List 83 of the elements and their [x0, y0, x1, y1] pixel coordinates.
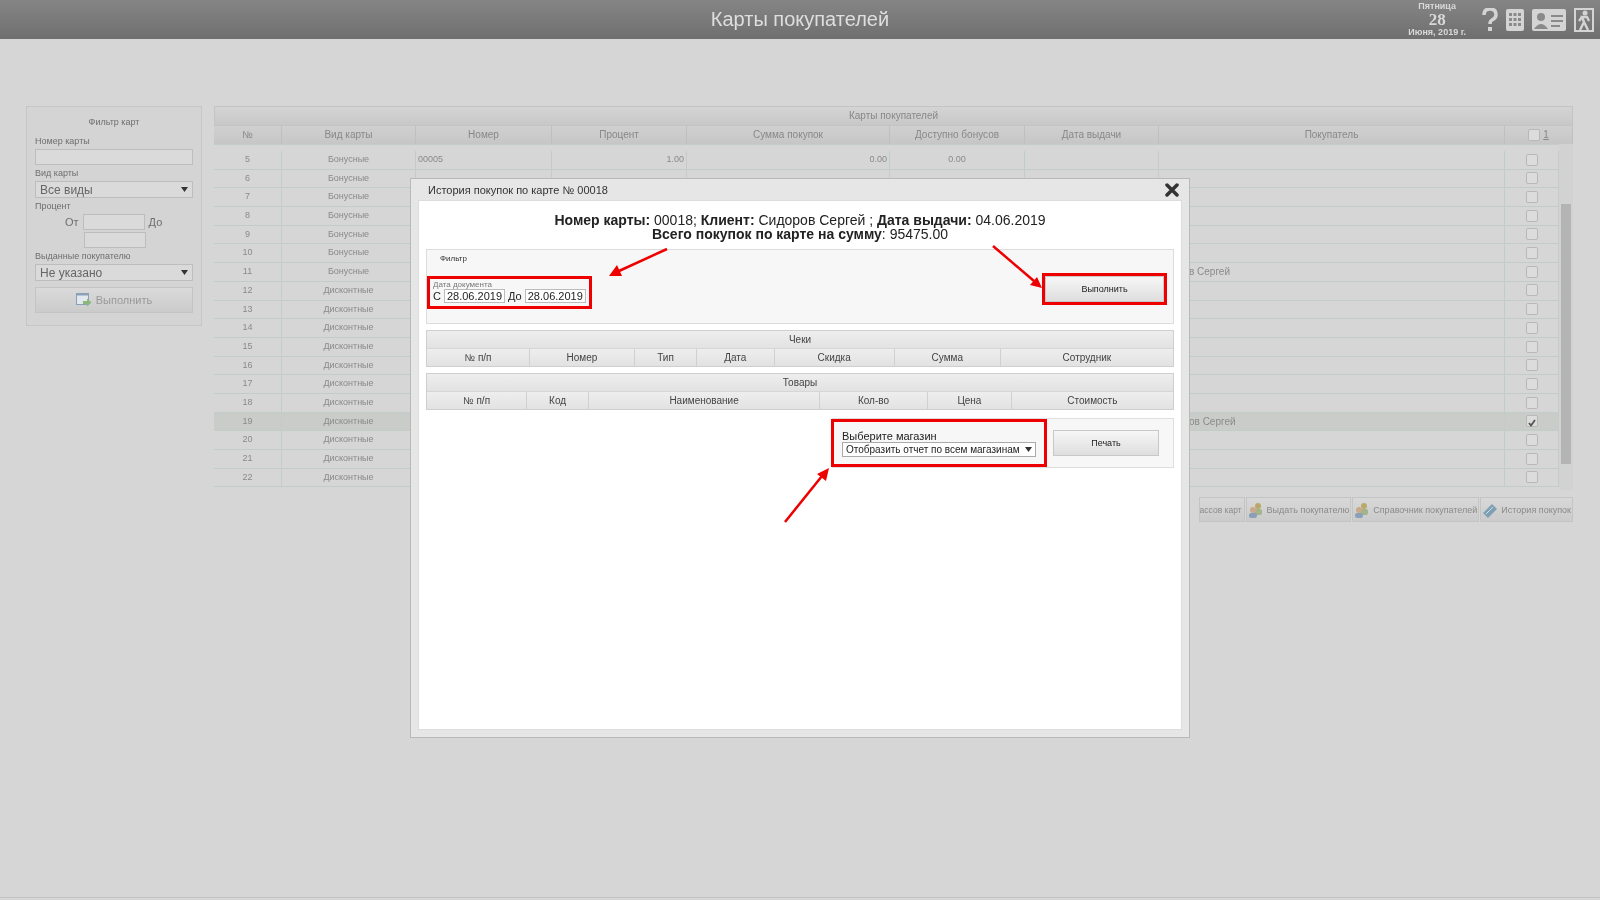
field-label: Вид карты [35, 168, 80, 178]
table-cell-text: 1.00 [666, 153, 684, 166]
table-title: Чеки [788, 334, 812, 345]
table-cell-text: Дисконтные [323, 395, 374, 409]
table-cell-text: 8 [245, 209, 250, 223]
table-cell-text: Дисконтные [323, 377, 374, 391]
column-header: Код [549, 395, 567, 406]
column-header: Вид карты [324, 128, 373, 142]
table-cell-text: 17 [242, 377, 253, 391]
table-cell-text: 16 [242, 358, 253, 372]
table-cell-text: Бонусные [327, 265, 370, 279]
card-summary: Номер карты: 00018; Клиент: Сидоров Сергей ; Дата выдачи: 04.06.2019 [553, 213, 1047, 227]
table-cell-text: 9 [245, 227, 250, 241]
column-header: Кол-во [857, 395, 889, 406]
table-cell-text: в Сергей [1189, 265, 1230, 280]
table-cell-text: Бонусные [327, 190, 370, 204]
column-header: Сумма покупок [753, 128, 823, 142]
table-cell-text: 21 [242, 452, 253, 465]
table-cell-text: 0.00 [869, 153, 887, 166]
column-header: Сотрудник [1062, 352, 1112, 363]
table-title: Товары [782, 377, 818, 388]
column-header: Сумма [931, 352, 963, 363]
field-label: Номер карты [35, 136, 91, 146]
column-header: Номер [468, 128, 499, 142]
page-title: Карты покупателей [710, 8, 890, 31]
table-cell-text: Дисконтные [323, 358, 374, 372]
table-cell-text: 6 [245, 171, 250, 185]
table-cell-text: Дисконтные [323, 452, 374, 465]
column-header: Доступно бонусов [914, 128, 1000, 142]
to-label: До [508, 290, 522, 302]
weekday-label: Пятница [1418, 2, 1456, 11]
column-header: Номер [566, 352, 598, 363]
column-header: Дата [724, 352, 747, 363]
column-header: Процент [599, 128, 639, 142]
table-cell-text: 15 [242, 339, 253, 353]
table-cell-text: Бонусные [327, 227, 370, 241]
table-cell-text: Бонусные [327, 153, 370, 166]
table-cell-text: 20 [242, 433, 253, 447]
column-header: Стоимость [1067, 395, 1118, 406]
table-cell-text: Дисконтные [323, 433, 374, 447]
filter-legend: Фильтр [440, 254, 1173, 263]
table-cell-text: Дисконтные [323, 302, 374, 316]
day-label: 28 [1428, 11, 1446, 28]
column-header: № п/п [464, 352, 492, 363]
panel-title: Фильтр карт [87, 117, 141, 127]
column-header: № [242, 128, 253, 142]
table-cell-text: 18 [242, 395, 253, 409]
column-header: Покупатель [1304, 128, 1359, 142]
field-label: Выберите магазин [842, 429, 938, 442]
column-header: Цена [957, 395, 982, 406]
month-year-label: Июня, 2019 г. [1408, 28, 1466, 37]
table-cell-text: 0.00 [948, 153, 966, 166]
table-cell-text: 19 [242, 414, 253, 428]
table-cell-text: 12 [242, 283, 253, 297]
table-cell-text: 22 [242, 470, 253, 484]
table-cell-text: Дисконтные [323, 283, 374, 297]
table-cell-text: Бонусные [327, 246, 370, 260]
table-cell-text: Бонусные [327, 171, 370, 185]
table-cell-text: 11 [242, 265, 253, 279]
from-label: С [433, 290, 441, 302]
table-title: Карты покупателей [848, 110, 939, 121]
table-cell-text: Дисконтные [323, 414, 374, 428]
table-cell-text: 10 [242, 246, 253, 260]
table-cell-text: 5 [245, 153, 250, 166]
table-cell-text: Дисконтные [323, 339, 374, 353]
table-cell-text: Бонусные [327, 209, 370, 223]
column-header: Тип [657, 352, 674, 363]
table-cell-text: 14 [242, 321, 253, 335]
card-summary: Всего покупок по карте на сумму: 95475.00 [650, 227, 949, 241]
table-cell-text: 00005 [418, 153, 444, 166]
column-header: № п/п [462, 395, 491, 406]
column-header: Дата выдачи [1061, 128, 1122, 142]
table-cell-text: 7 [245, 190, 250, 204]
field-label: Выданные покупателю [35, 251, 132, 261]
from-label: От [65, 216, 79, 228]
column-header: Наименование [669, 395, 739, 406]
table-cell-text: Дисконтные [323, 321, 374, 335]
table-cell-text: Дисконтные [323, 470, 374, 484]
column-header: Скидка [817, 352, 851, 363]
field-label: Дата документа [433, 280, 493, 289]
table-cell-text: 13 [242, 302, 253, 316]
to-label: До [148, 216, 163, 228]
field-label: Процент [35, 201, 72, 211]
